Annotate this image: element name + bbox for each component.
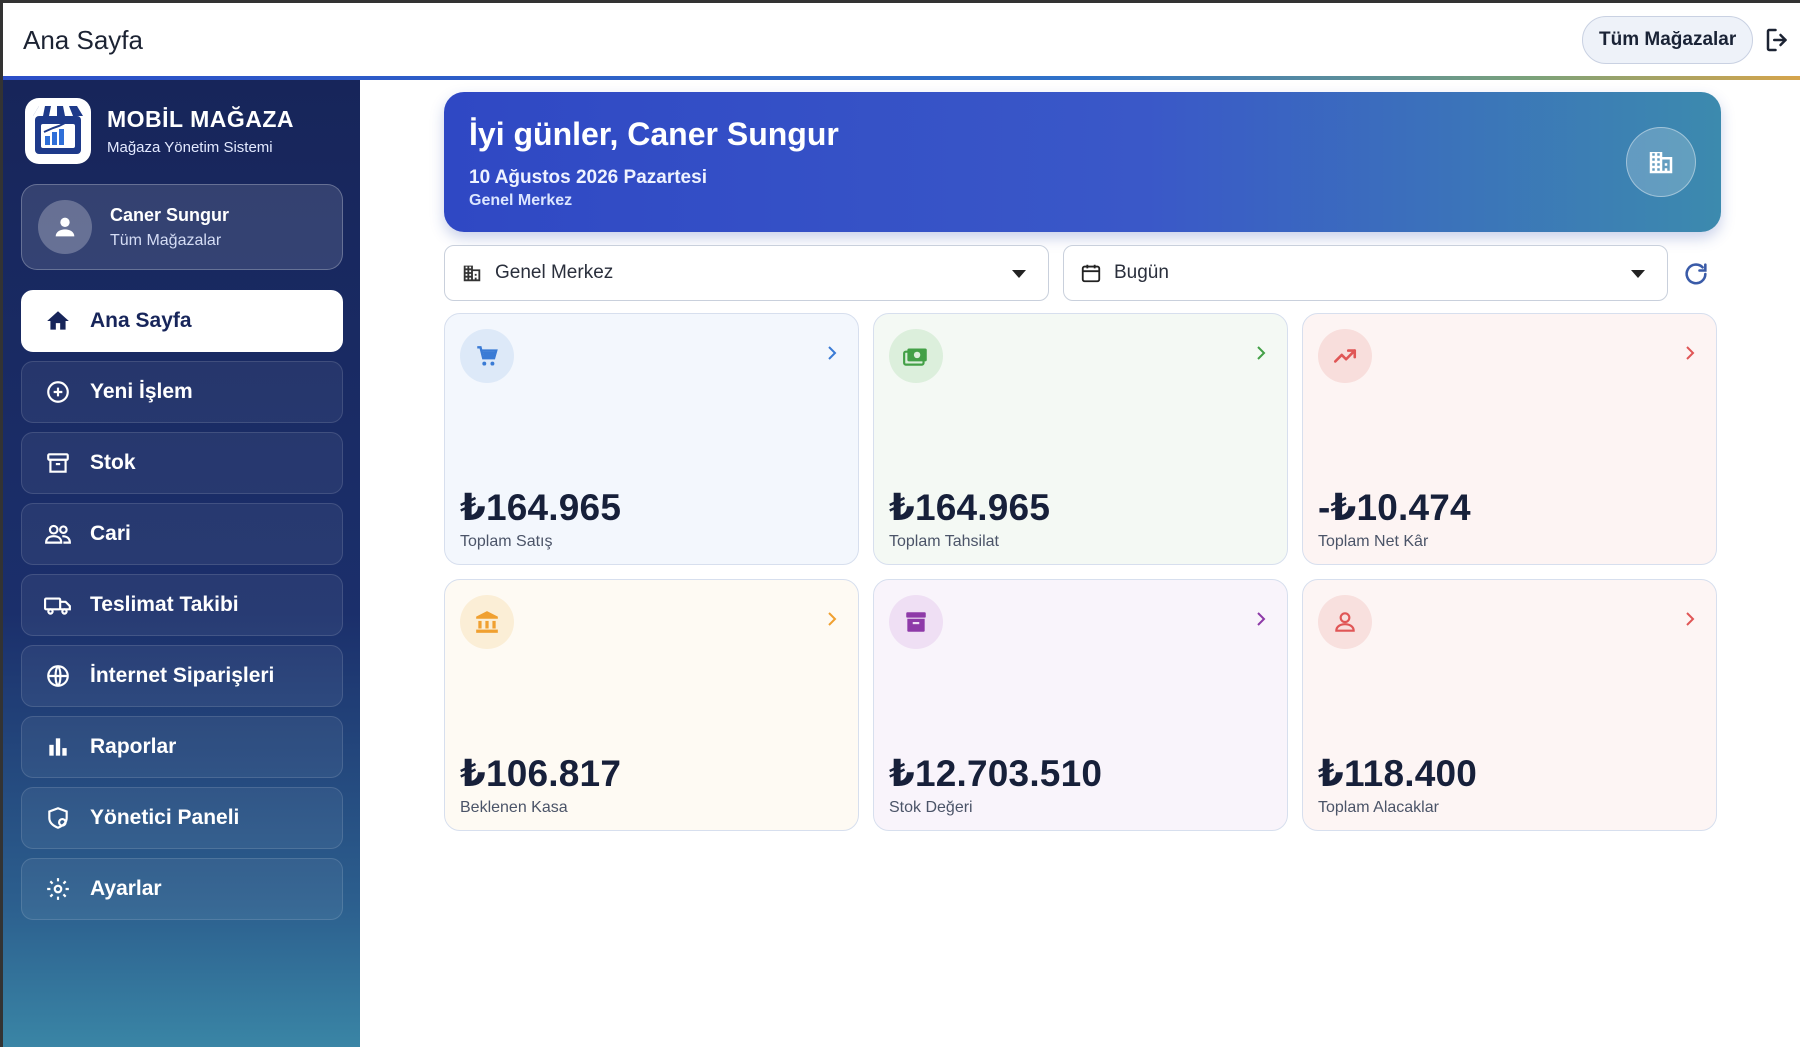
brand: MOBİL MAĞAZA Mağaza Yönetim Sistemi [25, 98, 294, 164]
archive-icon [889, 595, 943, 649]
sidebar-item-teslimat-takibi[interactable]: Teslimat Takibi [21, 574, 343, 636]
stat-card-stok-degeri[interactable]: ₺12.703.510 Stok Değeri [873, 579, 1288, 831]
branch-name: Genel Merkez [469, 192, 573, 209]
sidebar-item-internet-siparisleri[interactable]: İnternet Siparişleri [21, 645, 343, 707]
card-value: ₺164.965 [460, 487, 622, 528]
stat-card-beklenen-kasa[interactable]: ₺106.817 Beklenen Kasa [444, 579, 859, 831]
period-select[interactable]: Bugün [1063, 245, 1668, 301]
brand-subtitle: Mağaza Yönetim Sistemi [107, 139, 273, 156]
refresh-icon[interactable] [1682, 260, 1710, 288]
chevron-down-icon [1631, 270, 1645, 278]
sidebar-item-ayarlar[interactable]: Ayarlar [21, 858, 343, 920]
card-label: Beklenen Kasa [460, 799, 568, 816]
logout-icon[interactable] [1763, 25, 1793, 55]
sidebar-item-ana-sayfa[interactable]: Ana Sayfa [21, 290, 343, 352]
app-window: Ana Sayfa Tüm Mağazalar MOBİL MAĞAZA Mağ… [0, 0, 1800, 1047]
chevron-right-icon [1686, 346, 1695, 360]
brand-name: MOBİL MAĞAZA [107, 106, 295, 132]
stat-card-toplam-alacaklar[interactable]: ₺118.400 Toplam Alacaklar [1302, 579, 1717, 831]
truck-icon [44, 591, 72, 619]
cash-icon [889, 329, 943, 383]
chevron-right-icon [1257, 612, 1266, 626]
card-label: Stok Değeri [889, 799, 973, 816]
sidebar-nav: Ana Sayfa Yeni İşlem Stok Cari Teslimat … [21, 290, 343, 929]
cart-icon [460, 329, 514, 383]
card-value: ₺106.817 [460, 753, 622, 794]
calendar-icon [1080, 262, 1102, 284]
admin-shield-icon [44, 804, 72, 832]
sidebar-item-label: Yönetici Paneli [90, 806, 240, 829]
user-name: Caner Sungur [110, 204, 230, 225]
card-label: Toplam Net Kâr [1318, 533, 1429, 550]
sidebar-item-label: İnternet Siparişleri [90, 664, 275, 687]
card-label: Toplam Satış [460, 533, 553, 550]
avatar [38, 200, 92, 254]
plus-circle-icon [44, 378, 72, 406]
person-icon [1318, 595, 1372, 649]
card-value: -₺10.474 [1318, 487, 1471, 528]
card-label: Toplam Tahsilat [889, 533, 999, 550]
store-select[interactable]: Genel Merkez [444, 245, 1049, 301]
users-icon [44, 520, 72, 548]
chevron-right-icon [828, 612, 837, 626]
card-label: Toplam Alacaklar [1318, 799, 1439, 816]
main-content: İyi günler, Caner Sungur 10 Ağustos 2026… [360, 80, 1800, 1047]
period-select-value: Bugün [1114, 262, 1169, 283]
sidebar: MOBİL MAĞAZA Mağaza Yönetim Sistemi Cane… [3, 80, 360, 1047]
sidebar-item-yonetici-paneli[interactable]: Yönetici Paneli [21, 787, 343, 849]
archive-box-icon [44, 449, 72, 477]
card-value: ₺118.400 [1318, 753, 1478, 794]
card-value: ₺12.703.510 [889, 753, 1103, 794]
chevron-right-icon [1257, 346, 1266, 360]
building-icon [1626, 127, 1696, 197]
card-value: ₺164.965 [889, 487, 1051, 528]
chevron-right-icon [1686, 612, 1695, 626]
trending-up-icon [1318, 329, 1372, 383]
building-icon [461, 262, 483, 284]
stat-card-toplam-net-kar[interactable]: -₺10.474 Toplam Net Kâr [1302, 313, 1717, 565]
sidebar-item-label: Yeni İşlem [90, 380, 193, 403]
gear-icon [44, 875, 72, 903]
sidebar-item-yeni-islem[interactable]: Yeni İşlem [21, 361, 343, 423]
welcome-banner: İyi günler, Caner Sungur 10 Ağustos 2026… [444, 92, 1721, 232]
globe-icon [44, 662, 72, 690]
top-bar: Ana Sayfa Tüm Mağazalar [3, 3, 1800, 76]
sidebar-item-label: Cari [90, 522, 131, 545]
store-logo-icon [25, 98, 91, 164]
stat-card-toplam-tahsilat[interactable]: ₺164.965 Toplam Tahsilat [873, 313, 1288, 565]
sidebar-item-label: Ayarlar [90, 877, 162, 900]
sidebar-item-label: Ana Sayfa [90, 309, 192, 332]
sidebar-item-raporlar[interactable]: Raporlar [21, 716, 343, 778]
user-role: Tüm Mağazalar [110, 231, 222, 249]
sidebar-item-cari[interactable]: Cari [21, 503, 343, 565]
chevron-down-icon [1012, 270, 1026, 278]
current-date: 10 Ağustos 2026 Pazartesi [469, 167, 707, 188]
sidebar-item-stok[interactable]: Stok [21, 432, 343, 494]
bar-chart-icon [44, 733, 72, 761]
chevron-right-icon [828, 346, 837, 360]
sidebar-item-label: Teslimat Takibi [90, 593, 239, 616]
home-icon [44, 307, 72, 335]
bank-icon [460, 595, 514, 649]
greeting: İyi günler, Caner Sungur [469, 116, 839, 152]
user-card[interactable]: Caner Sungur Tüm Mağazalar [21, 184, 343, 270]
store-select-value: Genel Merkez [495, 262, 614, 283]
store-filter-button[interactable]: Tüm Mağazalar [1582, 16, 1754, 64]
sidebar-item-label: Raporlar [90, 735, 177, 758]
sidebar-item-label: Stok [90, 451, 136, 474]
stat-card-toplam-satis[interactable]: ₺164.965 Toplam Satış [444, 313, 859, 565]
page-title: Ana Sayfa [23, 25, 143, 55]
